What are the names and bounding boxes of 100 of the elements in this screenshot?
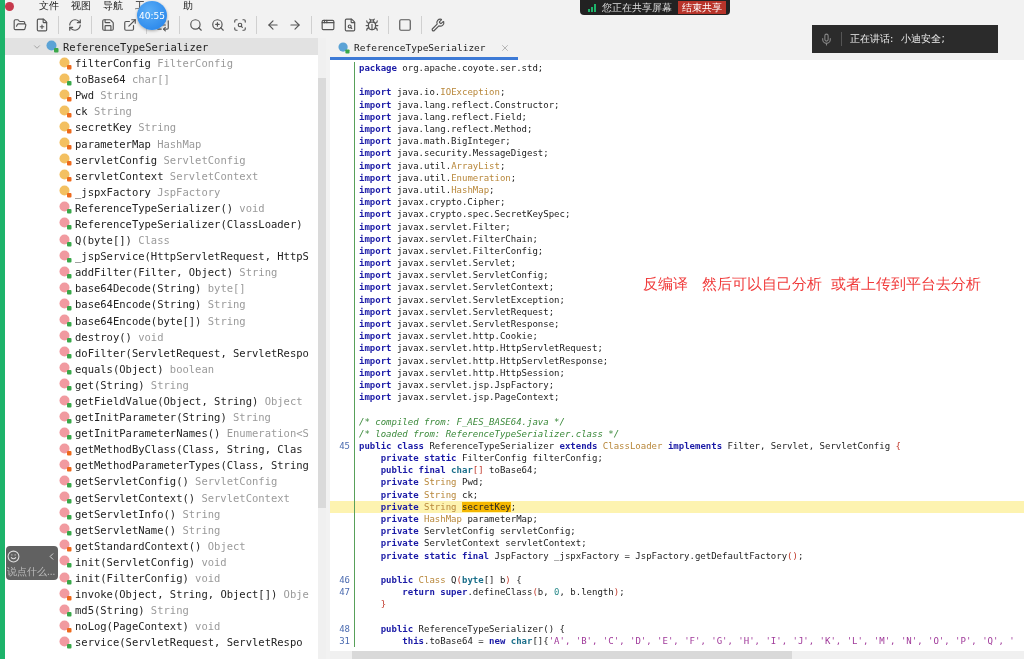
member-type: HashMap [157, 137, 202, 150]
member-name: getServletContext() [75, 491, 196, 504]
tree-item[interactable]: base64Encode(String) String [59, 296, 318, 313]
tree-item[interactable]: noLog(PageContext) void [59, 618, 318, 635]
comment-input[interactable]: 说点什么... [7, 565, 57, 577]
tree-item[interactable]: secretKey String [59, 119, 318, 136]
member-type: FilterConfig [157, 57, 233, 70]
tree-item[interactable]: get(String) String [59, 376, 318, 393]
tree-item[interactable]: getServletConfig() ServletConfig [59, 473, 318, 490]
method-icon [59, 297, 72, 311]
tree-item[interactable]: md5(String) String [59, 602, 318, 619]
tree-item[interactable]: _jspxFactory JspFactory [59, 183, 318, 200]
tree-item[interactable]: getFieldValue(Object, String) Object [59, 392, 318, 410]
method-icon [59, 475, 72, 488]
code-line: import javax.servlet.ServletConfig; [359, 270, 549, 281]
tree-item[interactable]: ReferenceTypeSerializer(ClassLoader) [59, 215, 318, 233]
tree-item[interactable]: base64Decode(String) byte[] [59, 280, 318, 297]
microphone-icon [820, 32, 833, 46]
smiley-icon[interactable] [7, 549, 20, 563]
member-type: String [233, 411, 271, 424]
tree-item[interactable]: filterConfig FilterConfig [59, 55, 318, 72]
code-line: private String secretKey; [379, 501, 517, 512]
member-type: JspFactory [157, 185, 221, 198]
comment-toast[interactable]: 说点什么... [6, 546, 58, 580]
tree-item[interactable]: doFilter(ServletRequest, ServletRespo [59, 344, 318, 361]
code-line: import javax.servlet.FilterConfig; [359, 245, 544, 256]
member-name: getServletConfig() [75, 475, 189, 488]
tree-item[interactable]: getStandardContext() Object [59, 537, 318, 554]
tree-item[interactable]: toBase64 char[] [59, 71, 318, 88]
tree-item[interactable]: getInitParameterNames() Enumeration<S [59, 425, 318, 442]
menu-item[interactable]: 导航 [103, 0, 123, 12]
refresh-icon[interactable] [66, 16, 84, 34]
method-icon [59, 571, 72, 585]
field-icon [59, 185, 72, 199]
tree-item[interactable]: init(ServletConfig) void [59, 553, 318, 570]
field-icon [59, 104, 72, 118]
tree-item[interactable]: getMethodByClass(Class, String, Clas [59, 441, 318, 458]
tree-item[interactable]: servletContext ServletContext [59, 167, 318, 184]
tree-item[interactable]: getServletInfo() String [59, 505, 318, 522]
tree-item[interactable]: ReferenceTypeSerializer() void [59, 199, 318, 216]
method-icon [59, 346, 72, 360]
scrollbar-thumb[interactable] [352, 651, 792, 659]
member-name: Pwd [75, 89, 94, 102]
line-number: 47 [339, 587, 350, 598]
tree-item[interactable]: base64Encode(byte[]) String [59, 312, 318, 329]
tree-item[interactable]: parameterMap HashMap [59, 135, 318, 152]
code-line: import javax.servlet.ServletResponse; [359, 319, 560, 330]
code-line: import java.math.BigInteger; [359, 136, 511, 147]
method-icon [59, 378, 72, 392]
menu-item[interactable]: 助 [183, 0, 193, 12]
member-name: doFilter(ServletRequest, ServletRespo [75, 346, 309, 359]
member-name: md5(String) [75, 604, 145, 617]
member-name: getStandardContext() [75, 539, 202, 552]
member-type: Enumeration<S [226, 427, 309, 440]
method-icon [59, 619, 72, 633]
tree-item[interactable]: init(FilterConfig) void [59, 570, 318, 587]
tree-item[interactable]: _jspService(HttpServletRequest, HttpS [59, 248, 318, 265]
tree-item[interactable]: getInitParameter(String) String [59, 409, 318, 426]
tree-item[interactable]: invoke(Object, String, Object[]) Obje [59, 586, 318, 603]
tree-item[interactable]: ck String [59, 103, 318, 120]
tree-item[interactable]: getServletContext() ServletContext [59, 489, 318, 506]
code-line: import java.lang.reflect.Constructor; [359, 99, 560, 110]
tree-root-item[interactable]: ReferenceTypeSerializer [5, 38, 318, 55]
tree-item[interactable]: destroy() void [59, 328, 318, 345]
member-name: ReferenceTypeSerializer() [75, 201, 234, 214]
code-line: return super.defineClass(b, 0, b.length); [401, 587, 625, 598]
menu-item[interactable]: 视图 [71, 0, 91, 12]
save-icon[interactable] [99, 16, 117, 34]
method-icon [59, 442, 72, 456]
tree-item[interactable]: Q(byte[]) Class [59, 232, 318, 249]
method-icon [59, 635, 72, 649]
member-type: boolean [169, 362, 215, 375]
end-share-button[interactable]: 结束共享 [678, 1, 726, 14]
member-type: Object [207, 539, 246, 552]
scan-search-icon[interactable] [231, 16, 249, 34]
zoom-in-icon[interactable] [209, 16, 227, 34]
tree-item[interactable]: Pwd String [59, 87, 318, 104]
stop-icon[interactable] [396, 16, 414, 34]
member-type: String [138, 121, 177, 134]
app-logo-icon [5, 1, 14, 11]
tree-item[interactable]: getMethodParameterTypes(Class, String [59, 457, 318, 474]
tree-item[interactable]: service(ServletRequest, ServletRespo [59, 634, 318, 651]
member-name: getMethodByClass(Class, String, Clas [75, 443, 303, 456]
member-type: Class [138, 234, 170, 247]
tree-item[interactable]: servletConfig ServletConfig [59, 151, 318, 168]
scrollbar-thumb[interactable] [318, 78, 326, 508]
bug-icon[interactable] [363, 16, 381, 34]
member-name: toBase64 [75, 73, 126, 86]
code-line: import java.lang.reflect.Field; [359, 111, 527, 122]
menu-item[interactable]: 文件 [39, 0, 59, 12]
code-line: import javax.servlet.ServletRequest; [359, 306, 555, 317]
tree-item[interactable]: getServletName() String [59, 521, 318, 538]
wrench-icon[interactable] [429, 16, 447, 34]
code-line: private static final JspFactory _jspxFactory = JspFactory.getDefaultFactory(); [379, 550, 804, 561]
member-type: void [201, 555, 227, 568]
export-icon[interactable] [121, 16, 139, 34]
method-icon [59, 394, 72, 408]
tree-item[interactable]: equals(Object) boolean [59, 360, 318, 377]
tree-item[interactable]: addFilter(Filter, Object) String [59, 264, 318, 281]
search-icon[interactable] [187, 16, 205, 34]
